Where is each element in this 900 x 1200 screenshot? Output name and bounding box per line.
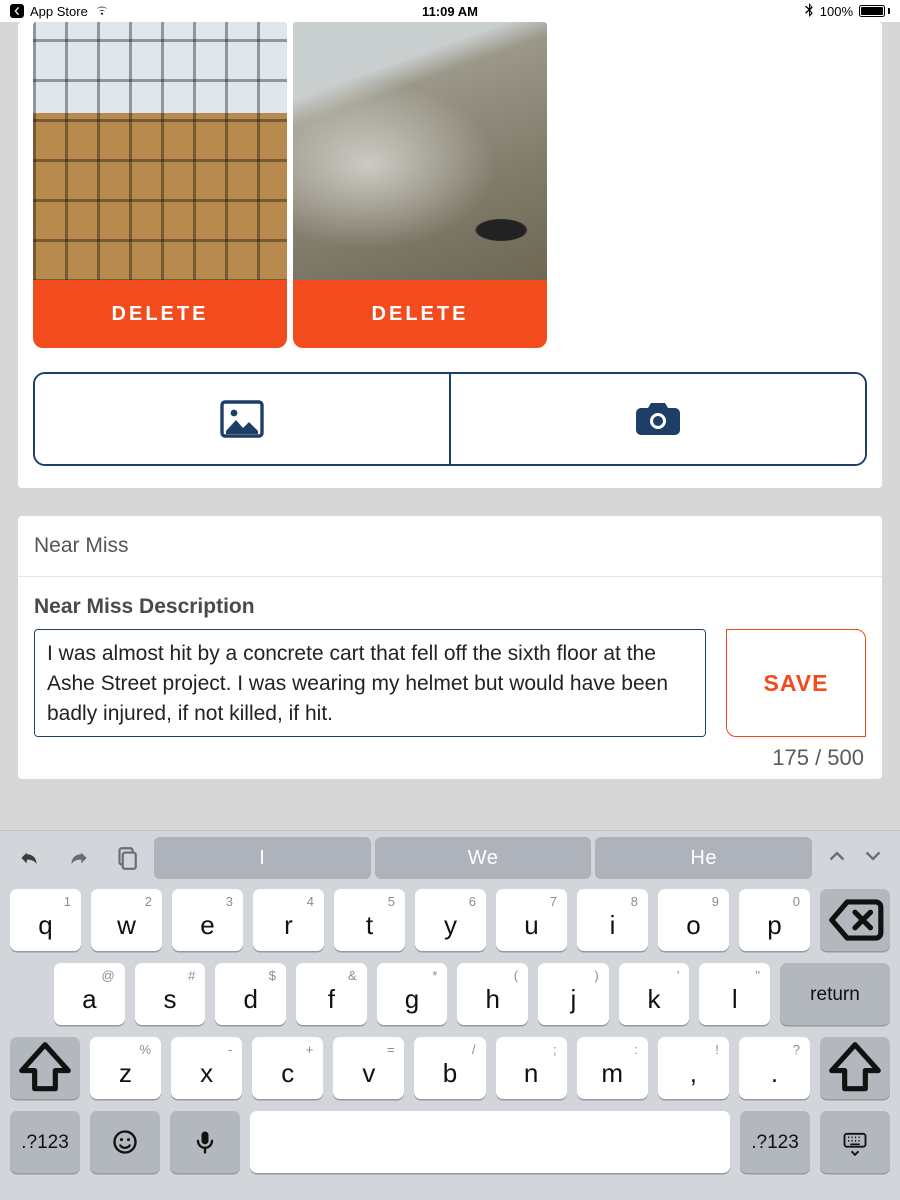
shift-key[interactable] — [10, 1037, 80, 1099]
key-g[interactable]: *g — [377, 963, 448, 1025]
add-photo-row — [33, 372, 867, 466]
camera-button[interactable] — [449, 374, 865, 464]
key-c[interactable]: +c — [252, 1037, 323, 1099]
key-n[interactable]: ;n — [496, 1037, 567, 1099]
key-v[interactable]: =v — [333, 1037, 404, 1099]
field-label: Near Miss Description — [34, 595, 866, 619]
photo-thumbnail[interactable] — [293, 22, 547, 282]
content-area: DELETE DELETE Near Miss Near Miss Descri… — [0, 22, 900, 830]
key-j[interactable]: )j — [538, 963, 609, 1025]
gallery-button[interactable] — [35, 374, 449, 464]
key-p[interactable]: 0p — [739, 889, 810, 951]
description-input[interactable] — [34, 629, 706, 737]
suggestion[interactable]: I — [154, 837, 371, 879]
suggestion-bar: I We He — [154, 837, 812, 879]
return-key[interactable]: return — [780, 963, 890, 1025]
key-h[interactable]: (h — [457, 963, 528, 1025]
key-o[interactable]: 9o — [658, 889, 729, 951]
space-key[interactable] — [250, 1111, 730, 1173]
key-a[interactable]: @a — [54, 963, 125, 1025]
key-e[interactable]: 3e — [172, 889, 243, 951]
wifi-icon — [94, 4, 110, 19]
suggestion[interactable]: We — [375, 837, 592, 879]
key-t[interactable]: 5t — [334, 889, 405, 951]
key-s[interactable]: #s — [135, 963, 206, 1025]
key-w[interactable]: 2w — [91, 889, 162, 951]
photo-thumbnail[interactable] — [33, 22, 287, 282]
photo-item: DELETE — [293, 22, 547, 348]
delete-photo-button[interactable]: DELETE — [33, 280, 287, 348]
bluetooth-icon — [804, 3, 814, 20]
key-b[interactable]: /b — [414, 1037, 485, 1099]
battery-icon — [859, 5, 890, 17]
undo-button[interactable] — [10, 838, 50, 878]
key-y[interactable]: 6y — [415, 889, 486, 951]
key-m[interactable]: :m — [577, 1037, 648, 1099]
key-u[interactable]: 7u — [496, 889, 567, 951]
back-to-app-icon[interactable] — [10, 4, 24, 18]
key-l[interactable]: "l — [699, 963, 770, 1025]
image-icon — [220, 400, 264, 438]
status-bar: App Store 11:09 AM 100% — [0, 0, 900, 22]
key-d[interactable]: $d — [215, 963, 286, 1025]
key-i[interactable]: 8i — [577, 889, 648, 951]
delete-photo-button[interactable]: DELETE — [293, 280, 547, 348]
hide-keyboard-key[interactable] — [820, 1111, 890, 1173]
emoji-key[interactable] — [90, 1111, 160, 1173]
redo-button[interactable] — [58, 838, 98, 878]
shift-key[interactable] — [820, 1037, 890, 1099]
numbers-key[interactable]: .?123 — [10, 1111, 80, 1173]
key-k[interactable]: 'k — [619, 963, 690, 1025]
key-z[interactable]: %z — [90, 1037, 161, 1099]
clock: 11:09 AM — [422, 4, 478, 19]
camera-icon — [634, 399, 682, 439]
suggestion[interactable]: He — [595, 837, 812, 879]
char-counter: 175 / 500 — [34, 745, 866, 771]
backspace-key[interactable] — [820, 889, 890, 951]
key-,[interactable]: !, — [658, 1037, 729, 1099]
numbers-key[interactable]: .?123 — [740, 1111, 810, 1173]
chevron-down-icon[interactable] — [862, 845, 884, 872]
save-button[interactable]: SAVE — [726, 629, 866, 737]
section-title: Near Miss — [18, 516, 882, 576]
virtual-keyboard: I We He 1q2w3e4r5t6y7u8i9o0p @a#s$d&f*g(… — [0, 830, 900, 1200]
photos-card: DELETE DELETE — [18, 22, 882, 488]
key-r[interactable]: 4r — [253, 889, 324, 951]
key-q[interactable]: 1q — [10, 889, 81, 951]
photo-item: DELETE — [33, 22, 287, 348]
clipboard-button[interactable] — [106, 838, 146, 878]
key-f[interactable]: &f — [296, 963, 367, 1025]
key-x[interactable]: -x — [171, 1037, 242, 1099]
dictation-key[interactable] — [170, 1111, 240, 1173]
battery-percent: 100% — [820, 4, 853, 19]
chevron-up-icon[interactable] — [826, 845, 848, 872]
near-miss-card: Near Miss Near Miss Description SAVE 175… — [18, 516, 882, 779]
key-.[interactable]: ?. — [739, 1037, 810, 1099]
back-app-label[interactable]: App Store — [30, 4, 88, 19]
